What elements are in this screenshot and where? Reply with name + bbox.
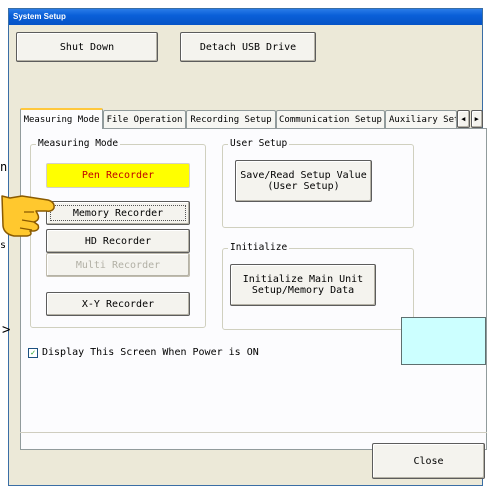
xy-recorder-label: X-Y Recorder (81, 298, 155, 310)
pointing-hand-icon (1, 195, 55, 237)
edge-mark-s: s (0, 240, 7, 251)
arrow-right-icon[interactable]: ▶ (470, 110, 483, 128)
tab-label: Auxiliary Setu (389, 114, 456, 125)
tab-recording-setup[interactable]: Recording Setup (186, 110, 276, 128)
initialize-main-unit-button[interactable]: Initialize Main Unit Setup/Memory Data (230, 264, 376, 306)
pen-recorder-button[interactable]: Pen Recorder (46, 163, 190, 188)
pen-recorder-label: Pen Recorder (81, 170, 155, 181)
tab-label: File Operation (106, 114, 183, 125)
window-title: System Setup (13, 12, 66, 21)
close-label: Close (413, 455, 444, 467)
initialize-legend: Initialize (228, 242, 290, 253)
shut-down-label: Shut Down (59, 41, 115, 53)
title-bar: System Setup (9, 9, 482, 25)
close-button[interactable]: Close (372, 443, 485, 479)
tab-auxiliary-setup[interactable]: Auxiliary Setu (385, 110, 457, 128)
bottom-divider (20, 432, 487, 433)
xy-recorder-button[interactable]: X-Y Recorder (46, 292, 190, 316)
detach-usb-button[interactable]: Detach USB Drive (180, 32, 316, 62)
initialize-line2: Setup/Memory Data (251, 285, 355, 296)
multi-recorder-button: Multi Recorder (46, 253, 190, 277)
measuring-mode-legend: Measuring Mode (36, 138, 121, 149)
initialize-line1: Initialize Main Unit (242, 274, 364, 285)
tab-label: Recording Setup (190, 114, 272, 125)
hd-recorder-label: HD Recorder (84, 235, 152, 247)
user-setup-legend: User Setup (228, 138, 290, 149)
save-read-line1: Save/Read Setup Value (240, 170, 367, 181)
edge-mark-n: n (0, 160, 8, 174)
tab-label: Communication Setup (279, 114, 382, 125)
arrow-left-icon[interactable]: ◀ (457, 110, 470, 128)
shut-down-button[interactable]: Shut Down (16, 32, 158, 62)
tab-communication-setup[interactable]: Communication Setup (276, 110, 385, 128)
memory-recorder-button[interactable]: Memory Recorder (46, 201, 190, 225)
detach-usb-label: Detach USB Drive (199, 41, 297, 53)
hd-recorder-button[interactable]: HD Recorder (46, 229, 190, 253)
memory-recorder-label: Memory Recorder (72, 207, 164, 219)
checkbox-checkmark-icon[interactable]: ✓ (28, 347, 38, 358)
save-read-line2: (User Setup) (267, 181, 340, 192)
tab-label: Measuring Mode (23, 114, 100, 125)
display-on-power-checkbox[interactable]: ✓ Display This Screen When Power is ON (28, 347, 259, 358)
tab-measuring-mode[interactable]: Measuring Mode (20, 108, 103, 129)
tab-file-operation[interactable]: File Operation (103, 110, 186, 128)
edge-arrow-icon: > (2, 322, 11, 338)
callout-box (401, 317, 486, 365)
save-read-setup-button[interactable]: Save/Read Setup Value (User Setup) (235, 160, 372, 202)
tab-scroll-control: ◀ ▶ (457, 110, 483, 128)
multi-recorder-label: Multi Recorder (75, 259, 161, 271)
checkbox-label: Display This Screen When Power is ON (42, 347, 259, 358)
